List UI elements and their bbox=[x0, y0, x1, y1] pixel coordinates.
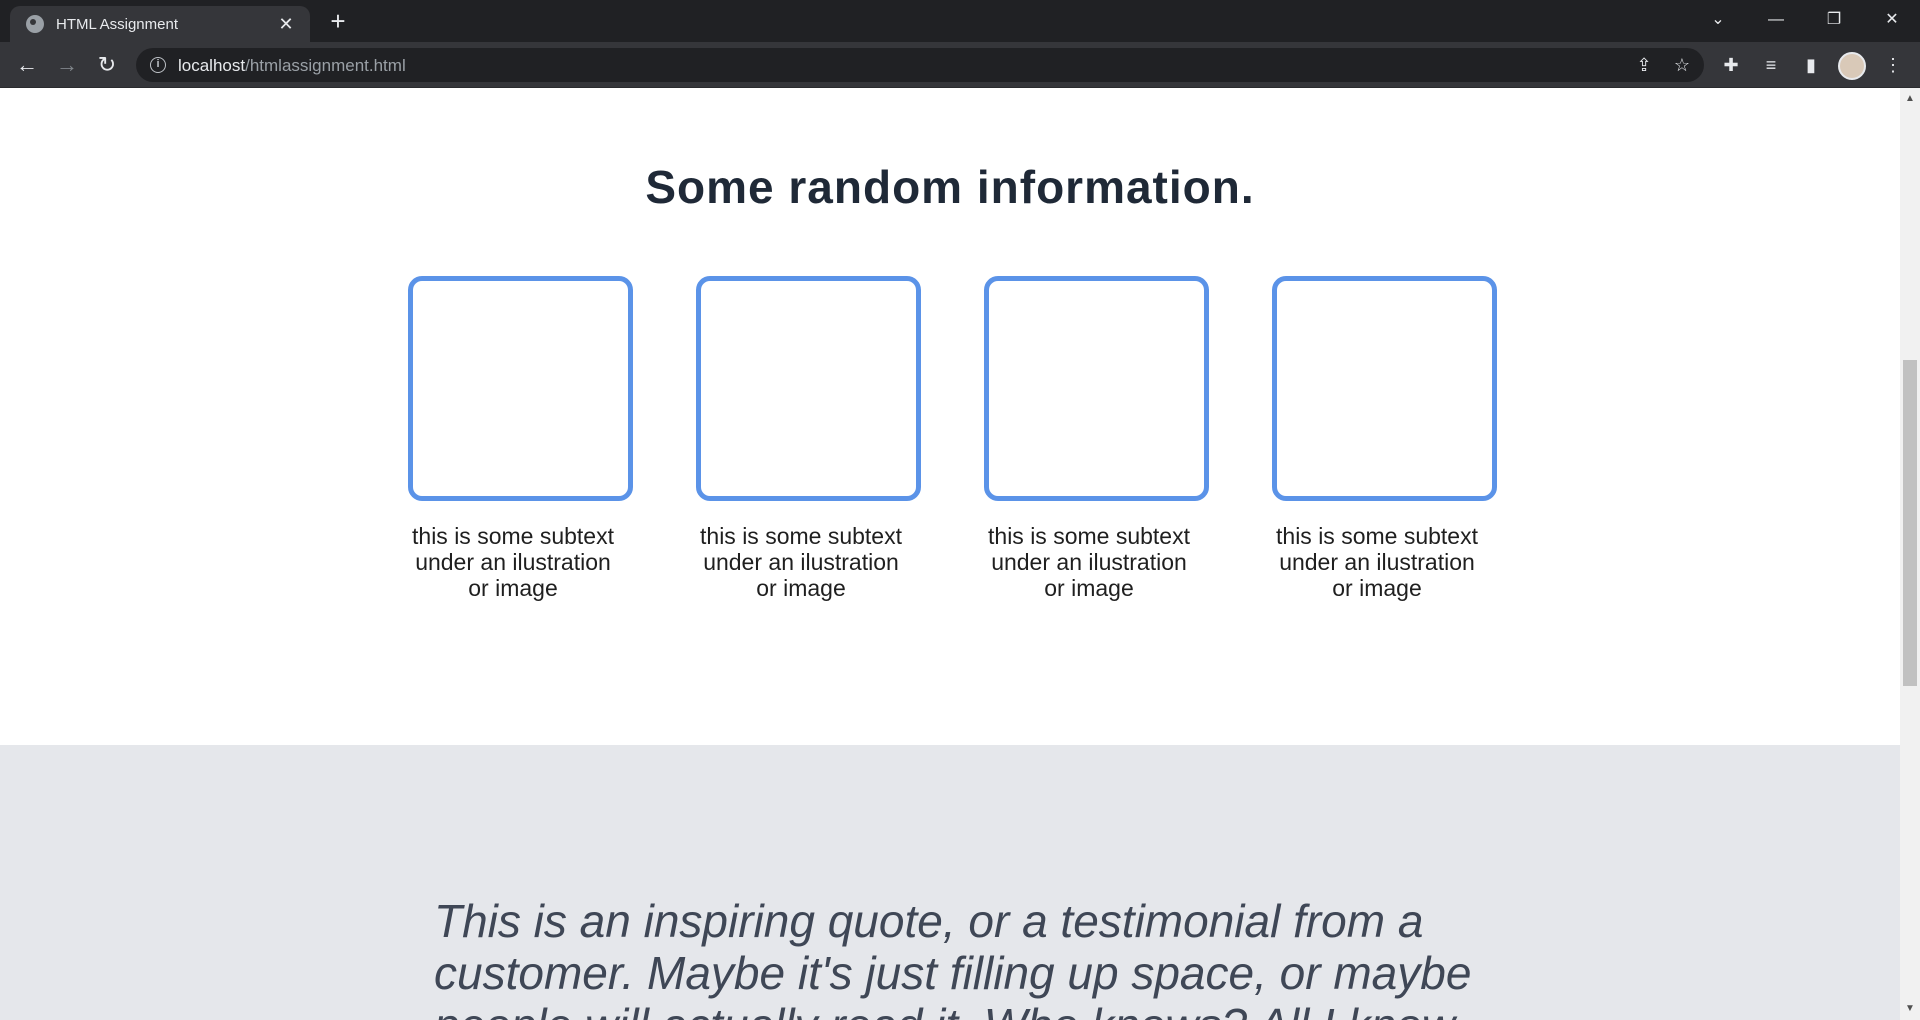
back-button[interactable]: ← bbox=[11, 50, 43, 80]
browser-toolbar: ← → ↻ i localhost/htmlassignment.html ⇪ … bbox=[0, 42, 1920, 88]
media-control-icon[interactable]: ≡ bbox=[1758, 53, 1784, 77]
illustration-placeholder bbox=[1272, 276, 1497, 501]
info-heading: Some random information. bbox=[645, 161, 1255, 213]
close-window-button[interactable]: ✕ bbox=[1864, 0, 1920, 42]
restore-button[interactable]: ❐ bbox=[1806, 0, 1862, 42]
tab-close-icon[interactable]: ✕ bbox=[274, 12, 298, 36]
forward-button[interactable]: → bbox=[51, 50, 83, 80]
card-subtext: this is some subtext under an ilustratio… bbox=[988, 523, 1190, 601]
card-row: this is some subtext under an ilustratio… bbox=[408, 276, 1508, 606]
card-subtext: this is some subtext under an ilustratio… bbox=[1276, 523, 1478, 601]
tab-title: HTML Assignment bbox=[56, 15, 178, 33]
illustration-placeholder bbox=[984, 276, 1209, 501]
reload-button[interactable]: ↻ bbox=[91, 50, 123, 80]
url-text[interactable]: localhost/htmlassignment.html bbox=[178, 56, 406, 76]
page-viewport: Some random information. this is some su… bbox=[0, 88, 1900, 1020]
browser-tab[interactable]: HTML Assignment ✕ bbox=[10, 6, 310, 42]
illustration-placeholder bbox=[408, 276, 633, 501]
info-card: this is some subtext under an ilustratio… bbox=[984, 276, 1209, 601]
card-subtext: this is some subtext under an ilustratio… bbox=[700, 523, 902, 601]
info-card: this is some subtext under an ilustratio… bbox=[1272, 276, 1497, 601]
illustration-placeholder bbox=[696, 276, 921, 501]
info-card: this is some subtext under an ilustratio… bbox=[696, 276, 921, 601]
address-bar[interactable]: i localhost/htmlassignment.html ⇪ ☆ bbox=[136, 48, 1704, 82]
site-info-icon[interactable]: i bbox=[150, 57, 166, 73]
url-path: /htmlassignment.html bbox=[245, 56, 406, 75]
new-tab-button[interactable]: + bbox=[322, 7, 354, 35]
page-scrollbar[interactable]: ▲ ▼ bbox=[1900, 88, 1920, 1020]
profile-avatar[interactable] bbox=[1838, 52, 1866, 80]
scroll-down-arrow-icon[interactable]: ▼ bbox=[1900, 1002, 1920, 1016]
quote-section: This is an inspiring quote, or a testimo… bbox=[0, 745, 1900, 1020]
browser-menu-icon[interactable]: ⋮ bbox=[1880, 53, 1906, 77]
extensions-icon[interactable]: ✚ bbox=[1718, 53, 1744, 77]
globe-icon bbox=[26, 15, 44, 33]
scroll-thumb[interactable] bbox=[1903, 360, 1917, 686]
info-section: Some random information. this is some su… bbox=[0, 88, 1900, 745]
scroll-up-arrow-icon[interactable]: ▲ bbox=[1900, 92, 1920, 106]
bookmark-star-icon[interactable]: ☆ bbox=[1670, 54, 1694, 76]
minimize-button[interactable]: — bbox=[1748, 0, 1804, 42]
side-panel-icon[interactable]: ▮ bbox=[1798, 53, 1824, 77]
share-icon[interactable]: ⇪ bbox=[1632, 54, 1656, 76]
browser-tab-strip: HTML Assignment ✕ + ⌄ — ❐ ✕ bbox=[0, 0, 1920, 42]
tab-search-icon[interactable]: ⌄ bbox=[1690, 0, 1746, 42]
info-card: this is some subtext under an ilustratio… bbox=[408, 276, 633, 601]
url-host: localhost bbox=[178, 56, 246, 75]
card-subtext: this is some subtext under an ilustratio… bbox=[412, 523, 614, 601]
quote-text: This is an inspiring quote, or a testimo… bbox=[434, 895, 1472, 1020]
